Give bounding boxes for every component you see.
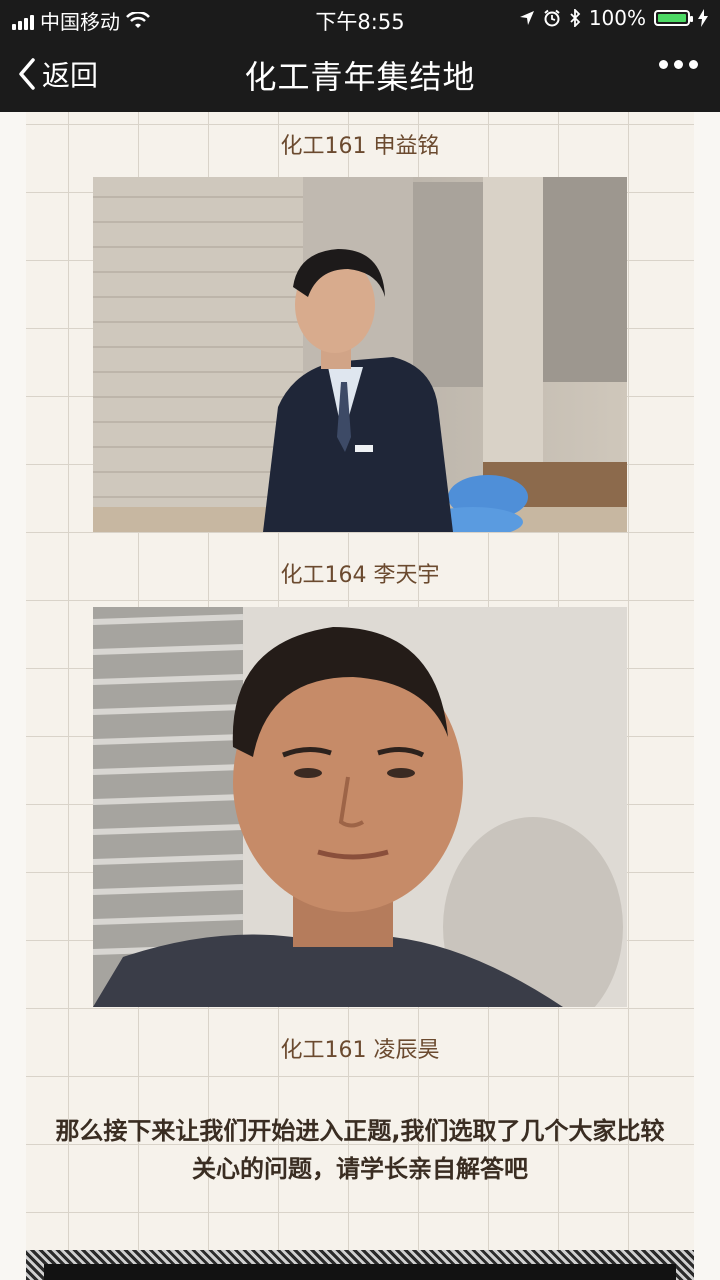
alarm-icon [544, 9, 560, 27]
nav-bar: 返回 化工青年集结地 [0, 36, 720, 112]
more-dot-icon [674, 60, 683, 69]
status-bar: 中国移动 下午8:55 100% [0, 0, 720, 36]
battery-icon [654, 10, 693, 26]
photo-caption: 化工161 凌辰昊 [280, 1038, 440, 1063]
photo-caption: 化工161 申益铭 [280, 134, 440, 159]
person-photo [93, 177, 627, 532]
charging-icon [698, 9, 708, 27]
photo-caption: 化工164 李天宇 [280, 563, 440, 588]
decorative-divider [26, 1250, 694, 1280]
more-dot-icon [689, 60, 698, 69]
more-options-button[interactable] [659, 60, 698, 69]
bluetooth-icon [570, 9, 581, 27]
location-icon [519, 11, 534, 25]
more-dot-icon [659, 60, 668, 69]
page-title: 化工青年集结地 [244, 58, 476, 96]
article-paragraph: 那么接下来让我们开始进入正题,我们选取了几个大家比较关心的问题，请学长亲自解答吧 [55, 1117, 665, 1183]
page-margin-right [694, 112, 720, 1280]
battery-percent: 100% [588, 6, 646, 30]
person-photo [93, 607, 627, 1007]
article-content[interactable]: 化工161 申益铭 化工164 李天宇 化工161 凌辰昊 那么接下来让我们开始… [0, 112, 720, 1280]
page-margin-left [0, 112, 26, 1280]
